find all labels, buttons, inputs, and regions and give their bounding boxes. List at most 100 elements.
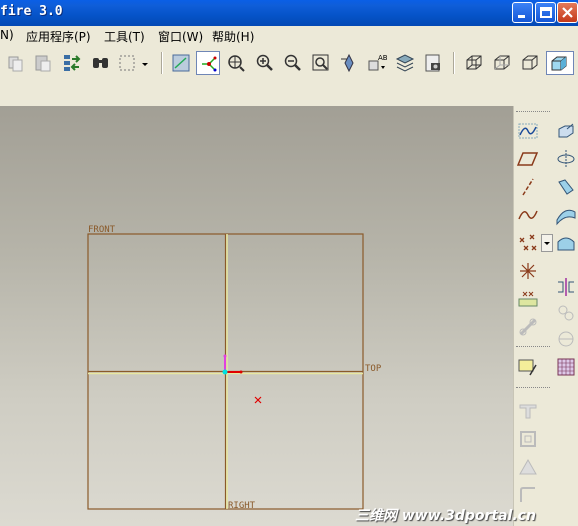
grid-tool-button[interactable] bbox=[555, 356, 577, 378]
layers-icon bbox=[395, 54, 415, 72]
revolve-button[interactable] bbox=[555, 148, 577, 170]
named-view-button[interactable]: AB bbox=[365, 51, 389, 75]
hidden-line-button[interactable] bbox=[490, 51, 514, 75]
repaint-button[interactable] bbox=[337, 51, 361, 75]
menu-item-tools[interactable]: 工具(T) bbox=[104, 28, 145, 45]
select-box-icon bbox=[119, 55, 135, 71]
close-button[interactable] bbox=[557, 2, 578, 23]
menu-item-applications[interactable]: 应用程序(P) bbox=[26, 28, 91, 45]
feature-toolbar bbox=[513, 106, 578, 526]
regenerate-icon bbox=[64, 55, 81, 71]
disabled-tool-button[interactable] bbox=[517, 428, 539, 450]
find-icon bbox=[93, 58, 108, 68]
select-dropdown-button[interactable] bbox=[138, 51, 152, 75]
analysis-feature-button[interactable] bbox=[517, 288, 539, 310]
mirror-icon bbox=[558, 278, 574, 296]
toolbar-divider bbox=[516, 111, 550, 113]
shading-button[interactable] bbox=[546, 51, 574, 75]
csys-icon bbox=[520, 263, 536, 279]
disabled-tool-button[interactable] bbox=[555, 302, 577, 324]
minimize-button[interactable] bbox=[512, 2, 533, 23]
spin-center-marker bbox=[254, 396, 262, 404]
datum-point-icon bbox=[519, 234, 537, 251]
toolbar-divider bbox=[516, 387, 550, 389]
csys-y-tip bbox=[223, 354, 227, 358]
menu-item-partial[interactable]: N) bbox=[0, 28, 14, 42]
blend-icon bbox=[556, 209, 576, 226]
sweep-button[interactable] bbox=[555, 176, 577, 198]
window-title: fire 3.0 bbox=[0, 4, 63, 19]
zoom-in-icon bbox=[256, 54, 273, 71]
extrude-button[interactable] bbox=[555, 120, 577, 142]
refit-button[interactable] bbox=[309, 51, 333, 75]
disabled-tool-button[interactable] bbox=[517, 484, 539, 506]
zoom-out-button[interactable] bbox=[281, 51, 305, 75]
front-plane-label: FRONT bbox=[88, 225, 116, 235]
wireframe-icon bbox=[466, 55, 482, 70]
datum-axis-icon bbox=[522, 178, 534, 196]
select-box-button[interactable] bbox=[115, 51, 137, 75]
watermark: 三维网 www.3dportal.cn bbox=[355, 508, 536, 524]
title-bar: fire 3.0 bbox=[0, 0, 578, 27]
right-plane-label: RIGHT bbox=[228, 501, 256, 511]
shell-icon bbox=[520, 431, 536, 447]
mirror-button[interactable] bbox=[555, 276, 577, 298]
datum-plane-icon bbox=[517, 152, 539, 166]
datum-axis-button[interactable] bbox=[517, 176, 539, 198]
analysis-icon bbox=[518, 291, 538, 307]
datum-point-button[interactable] bbox=[517, 232, 539, 254]
graphics-area[interactable]: FRONT TOP RIGHT bbox=[0, 106, 513, 526]
top-plane-label: TOP bbox=[365, 364, 382, 374]
paste-icon bbox=[35, 55, 51, 72]
maximize-button[interactable] bbox=[535, 2, 556, 23]
spin-center-button[interactable] bbox=[196, 51, 220, 75]
wireframe-button[interactable] bbox=[462, 51, 486, 75]
view-manager-icon bbox=[425, 54, 440, 72]
datum-plane-button[interactable] bbox=[517, 148, 539, 170]
datum-curve-icon bbox=[518, 210, 538, 220]
sketch-tool-button[interactable] bbox=[517, 356, 539, 378]
merge-icon bbox=[558, 331, 574, 347]
disabled-tool-button[interactable] bbox=[555, 328, 577, 350]
svg-text:AB: AB bbox=[378, 54, 387, 62]
datum-point-dropdown[interactable] bbox=[541, 232, 553, 254]
menu-item-help[interactable]: 帮助(H) bbox=[212, 28, 254, 45]
toolbar-divider bbox=[516, 346, 550, 348]
no-hidden-button[interactable] bbox=[518, 51, 542, 75]
orient-icon bbox=[228, 55, 245, 72]
regenerate-button[interactable] bbox=[60, 51, 84, 75]
disabled-tool-button[interactable] bbox=[517, 316, 539, 338]
copy-button[interactable] bbox=[4, 51, 28, 75]
close-icon bbox=[562, 7, 573, 18]
view-manager-button[interactable] bbox=[421, 51, 445, 75]
variable-section-sweep-button[interactable] bbox=[555, 232, 577, 254]
disabled-tool-button[interactable] bbox=[517, 456, 539, 478]
grid-icon bbox=[557, 358, 575, 376]
named-view-icon: AB bbox=[368, 54, 387, 71]
minimize-icon bbox=[518, 15, 525, 18]
repaint-icon bbox=[341, 53, 354, 73]
layers-button[interactable] bbox=[393, 51, 417, 75]
menu-item-window[interactable]: 窗口(W) bbox=[158, 28, 203, 45]
orient-button[interactable] bbox=[224, 51, 248, 75]
disabled-tool-button[interactable] bbox=[517, 400, 539, 422]
refit-icon bbox=[312, 54, 329, 71]
hidden-line-icon bbox=[494, 55, 510, 70]
main-toolbar: AB bbox=[0, 46, 578, 106]
zoom-out-icon bbox=[284, 54, 301, 71]
datum-csys-button[interactable] bbox=[517, 260, 539, 282]
sweep-icon bbox=[558, 179, 574, 195]
blend-button[interactable] bbox=[555, 204, 577, 226]
zoom-in-button[interactable] bbox=[253, 51, 277, 75]
paste-button[interactable] bbox=[31, 51, 55, 75]
no-hidden-icon bbox=[522, 55, 538, 70]
pattern-icon bbox=[558, 305, 574, 321]
datum-curve-button[interactable] bbox=[517, 204, 539, 226]
sketch-curve-button[interactable] bbox=[517, 120, 539, 142]
datum-display-icon bbox=[172, 54, 190, 72]
sketch-curve-icon bbox=[518, 123, 538, 139]
datum-display-button[interactable] bbox=[169, 51, 193, 75]
find-button[interactable] bbox=[89, 51, 113, 75]
hole-icon bbox=[519, 404, 537, 419]
menu-bar: N) 应用程序(P) 工具(T) 窗口(W) 帮助(H) bbox=[0, 26, 578, 46]
